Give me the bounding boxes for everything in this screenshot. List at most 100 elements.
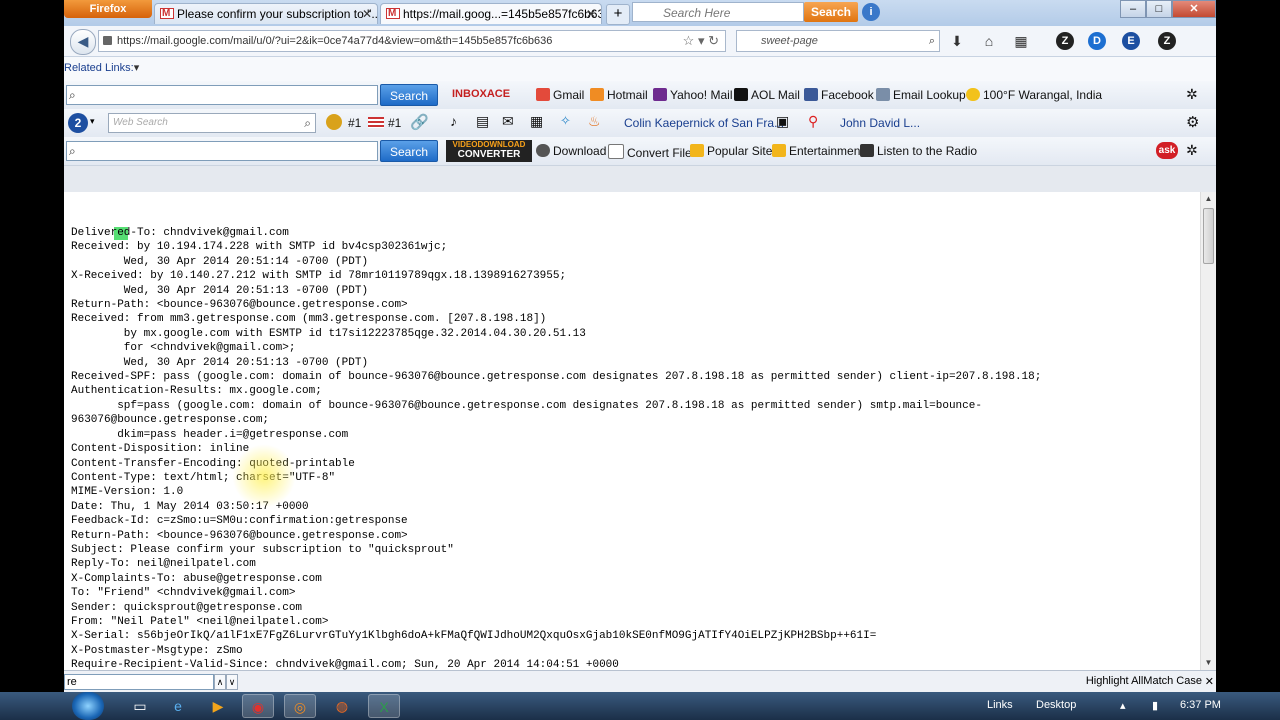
fire-icon[interactable]: ♨ bbox=[588, 113, 601, 130]
entertainment-link[interactable]: Entertainment bbox=[772, 144, 864, 158]
new-tab-button[interactable]: + bbox=[606, 4, 630, 25]
calculator-icon[interactable]: ▦ bbox=[530, 113, 543, 130]
image-icon[interactable]: ▣ bbox=[776, 113, 789, 130]
close-tab-icon[interactable]: ✕ bbox=[586, 4, 596, 24]
web-search-input[interactable]: Web Search ⌕ bbox=[108, 113, 316, 133]
tab-confirm-subscription[interactable]: Please confirm your subscription to "...… bbox=[154, 3, 378, 24]
tray-icons[interactable]: ▴ bbox=[1120, 699, 1126, 712]
addon-zz-icon[interactable]: Z bbox=[1158, 32, 1176, 50]
toolbar-search-button[interactable]: Search bbox=[380, 140, 438, 162]
info-icon[interactable]: i bbox=[862, 3, 880, 21]
search-icon[interactable]: ⌕ bbox=[929, 31, 935, 51]
clock[interactable]: 6:37 PM bbox=[1180, 699, 1221, 711]
reload-icon[interactable]: ↻ bbox=[708, 33, 719, 48]
rank-label-2[interactable]: #1 bbox=[388, 116, 401, 130]
ask-logo-icon[interactable]: ask bbox=[1156, 142, 1178, 159]
addon-d-icon[interactable]: D bbox=[1088, 32, 1106, 50]
rank-label-1[interactable]: #1 bbox=[348, 116, 361, 130]
top-search-placeholder: Search Here bbox=[663, 6, 731, 20]
toolbar-search-button[interactable]: Search bbox=[380, 84, 438, 106]
close-tab-icon[interactable]: ✕ bbox=[362, 4, 372, 24]
addon-z-icon[interactable]: Z bbox=[1056, 32, 1074, 50]
addon-e-icon[interactable]: E bbox=[1122, 32, 1140, 50]
toolbar-logo-icon[interactable]: 2 bbox=[68, 113, 88, 133]
maximize-button[interactable]: □ bbox=[1146, 0, 1172, 18]
weather-icon[interactable]: ✧ bbox=[560, 113, 571, 129]
music-icon[interactable]: ♪ bbox=[450, 113, 457, 129]
top-search-button[interactable]: Search bbox=[804, 2, 858, 22]
gmail-link[interactable]: Gmail bbox=[536, 88, 584, 102]
close-window-button[interactable]: ✕ bbox=[1172, 0, 1216, 18]
news-link-2[interactable]: John David L... bbox=[840, 116, 920, 130]
chrome-icon[interactable]: ◉ bbox=[242, 694, 274, 718]
close-find-bar-icon[interactable]: ✕ bbox=[1205, 675, 1214, 688]
firefox-icon[interactable]: ◎ bbox=[284, 694, 316, 718]
toolbar-settings-icon[interactable]: ✲ bbox=[1186, 142, 1198, 159]
network-icon[interactable]: ▮ bbox=[1152, 699, 1158, 712]
firefox-window: Firefox Please confirm your subscription… bbox=[64, 0, 1216, 692]
top-search-input[interactable]: Search Here bbox=[632, 2, 804, 22]
popular-sites-link[interactable]: Popular Sites bbox=[690, 144, 778, 158]
tab-raw-message[interactable]: https://mail.goog...=145b5e857fc6b636 ✕ bbox=[380, 3, 602, 24]
home-icon[interactable]: ⌂ bbox=[980, 32, 998, 50]
highlight-all-toggle[interactable]: Highlight All bbox=[1086, 675, 1143, 687]
pin-icon[interactable]: ⚲ bbox=[808, 113, 818, 130]
star-icon[interactable]: ☆ bbox=[683, 33, 695, 48]
link-icon[interactable]: 🔗 bbox=[410, 113, 429, 131]
inboxace-logo[interactable]: INBOXACE bbox=[452, 88, 510, 100]
document-icon[interactable]: ▤ bbox=[476, 113, 489, 130]
mail-icon[interactable]: ✉ bbox=[502, 113, 514, 130]
firefox-menu-button[interactable]: Firefox bbox=[64, 0, 152, 18]
dropdown-icon[interactable]: ▾ bbox=[698, 33, 705, 48]
video-converter-toolbar: Search VIDEODOWNLOAD CONVERTER Download … bbox=[64, 137, 1216, 166]
start-button[interactable] bbox=[72, 692, 104, 720]
email-lookup-link[interactable]: Email Lookup bbox=[876, 88, 966, 102]
download-link[interactable]: Download bbox=[536, 144, 606, 158]
url-bar[interactable]: https://mail.google.com/mail/u/0/?ui=2&i… bbox=[98, 30, 726, 52]
yahoo-mail-link[interactable]: Yahoo! Mail bbox=[653, 88, 732, 102]
weather-link[interactable]: 100°F Warangal, India bbox=[966, 88, 1102, 102]
hotmail-link[interactable]: Hotmail bbox=[590, 88, 648, 102]
file-explorer-icon[interactable]: ▭ bbox=[124, 694, 156, 718]
link-label: Popular Sites bbox=[707, 144, 779, 158]
related-links-bar[interactable]: Related Links:▾ bbox=[64, 57, 1216, 81]
match-case-toggle[interactable]: Match Case bbox=[1143, 675, 1202, 687]
internet-explorer-icon[interactable]: e bbox=[162, 694, 194, 718]
toolbar-search-input[interactable] bbox=[66, 141, 378, 161]
find-previous-button[interactable]: ∧ bbox=[214, 674, 226, 690]
video-converter-logo[interactable]: VIDEODOWNLOAD CONVERTER bbox=[446, 140, 532, 162]
related-links-label[interactable]: Related Links: bbox=[64, 62, 134, 74]
cursor-highlight bbox=[232, 444, 296, 508]
bookmark-search-input[interactable]: sweet-page ⌕ bbox=[736, 30, 940, 52]
gear-icon[interactable]: ⚙ bbox=[1186, 113, 1199, 131]
excel-icon[interactable]: X bbox=[368, 694, 400, 718]
bookmarks-icon[interactable]: ▦ bbox=[1012, 32, 1030, 50]
rank-icon[interactable] bbox=[326, 114, 342, 130]
vertical-scrollbar[interactable]: ▲ ▼ bbox=[1200, 192, 1216, 670]
convert-files-link[interactable]: Convert Files bbox=[608, 144, 698, 160]
links-toolbar[interactable]: Links bbox=[987, 699, 1013, 711]
media-player-icon[interactable]: ▶ bbox=[202, 694, 234, 718]
back-button[interactable]: ◀ bbox=[70, 29, 96, 55]
scroll-up-arrow-icon[interactable]: ▲ bbox=[1201, 192, 1216, 206]
link-label: Listen to the Radio bbox=[877, 144, 978, 158]
find-next-button[interactable]: ∨ bbox=[226, 674, 238, 690]
facebook-link[interactable]: Facebook bbox=[804, 88, 874, 102]
toolbar-search-input[interactable] bbox=[66, 85, 378, 105]
browser-icon[interactable]: ◍ bbox=[326, 694, 358, 718]
news-link-1[interactable]: Colin Kaepernick of San Fra... bbox=[624, 116, 784, 130]
link-label: Email Lookup bbox=[893, 88, 966, 102]
radio-link[interactable]: Listen to the Radio bbox=[860, 144, 977, 158]
left-black-margin bbox=[0, 0, 64, 692]
download-icon[interactable]: ⬇ bbox=[948, 32, 966, 50]
search-icon[interactable]: ⌕ bbox=[304, 114, 311, 132]
inboxace-toolbar: Search INBOXACE Gmail Hotmail Yahoo! Mai… bbox=[64, 81, 1216, 110]
scroll-down-arrow-icon[interactable]: ▼ bbox=[1201, 656, 1216, 670]
aol-mail-link[interactable]: AOL Mail bbox=[734, 88, 800, 102]
find-input[interactable]: re bbox=[64, 674, 214, 690]
desktop-toolbar[interactable]: Desktop bbox=[1036, 699, 1076, 711]
scrollbar-thumb[interactable] bbox=[1203, 208, 1214, 264]
dropdown-icon[interactable]: ▾ bbox=[90, 116, 95, 127]
toolbar-settings-icon[interactable]: ✲ bbox=[1186, 86, 1198, 103]
minimize-button[interactable]: – bbox=[1120, 0, 1146, 18]
